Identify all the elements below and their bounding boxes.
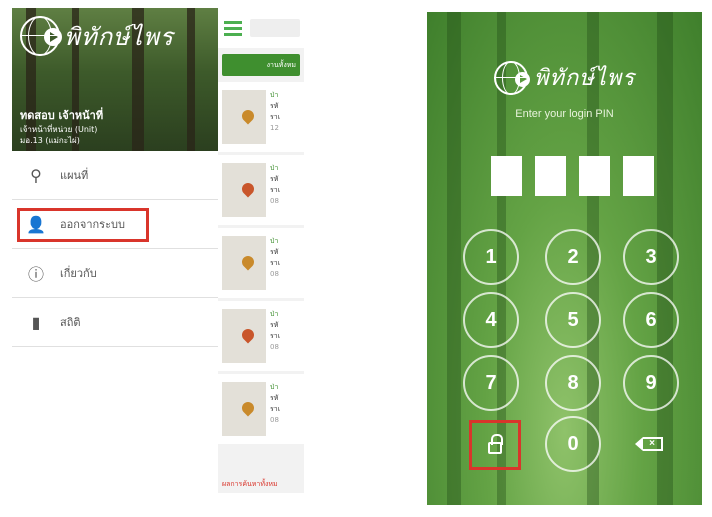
map-thumbnail bbox=[222, 90, 266, 144]
user-name: ทดสอบ เจ้าหน้าที่ bbox=[20, 109, 104, 122]
highlight-box bbox=[469, 420, 521, 470]
menu-item-label: สถิติ bbox=[60, 316, 81, 329]
app-logo: พิทักษ์ไพร bbox=[20, 16, 174, 56]
numeric-keypad: 1 2 3 4 5 6 7 8 9 0 × bbox=[427, 12, 702, 505]
user-unit: เจ้าหน้าที่หน่วย (Unit) bbox=[20, 125, 98, 134]
menu-item-about[interactable]: ⓘ เกี่ยวกับ bbox=[12, 249, 218, 298]
task-list: ป่า รหั ราเ 12 ป่า รหั ราเ 08 ป่า รหั ราเ 08 ป่าร… bbox=[218, 82, 304, 444]
list-item[interactable]: ป่า รหั ราเ 12 bbox=[218, 82, 304, 152]
info-icon: ⓘ bbox=[27, 265, 44, 284]
list-item[interactable]: ป่า รหั ราเ 08 bbox=[218, 228, 304, 298]
logo-text: พิทักษ์ไพร bbox=[64, 22, 174, 51]
globe-play-icon bbox=[20, 16, 62, 56]
map-marker-icon bbox=[239, 399, 257, 417]
map-thumbnail bbox=[222, 382, 266, 436]
hamburger-menu-icon[interactable] bbox=[224, 18, 242, 39]
menu-item-label: เกี่ยวกับ bbox=[60, 267, 97, 280]
filter-button[interactable]: งานทั้งหม bbox=[222, 54, 300, 76]
map-marker-icon bbox=[239, 253, 257, 271]
menu-item-stats[interactable]: ▮ สถิติ bbox=[12, 298, 218, 347]
map-marker-icon bbox=[239, 180, 257, 198]
map-thumbnail bbox=[222, 309, 266, 363]
menu-item-label: แผนที่ bbox=[60, 169, 89, 182]
menu-item-logout[interactable]: 👤 ออกจากระบบ bbox=[12, 200, 218, 249]
key-7[interactable]: 7 bbox=[463, 355, 519, 411]
user-station: มอ.13 (แม่กะไผ่) bbox=[20, 136, 80, 145]
menu-item-map[interactable]: ⚲ แผนที่ bbox=[12, 151, 218, 200]
highlight-box bbox=[17, 208, 149, 242]
map-pin-icon: ⚲ bbox=[30, 165, 42, 185]
right-screen: พิทักษ์ไพร Enter your login PIN 1 2 3 4 … bbox=[427, 12, 702, 505]
list-item[interactable]: ป่า รหั ราเ 08 bbox=[218, 374, 304, 444]
drawer-menu: ⚲ แผนที่ 👤 ออกจากระบบ ⓘ เกี่ยวกับ ▮ สถิต… bbox=[12, 151, 218, 347]
task-list-panel: งานทั้งหม ป่า รหั ราเ 12 ป่า รหั ราเ 08 ป่า รหั… bbox=[218, 8, 304, 493]
map-marker-icon bbox=[239, 326, 257, 344]
key-1[interactable]: 1 bbox=[463, 229, 519, 285]
search-input[interactable] bbox=[250, 19, 300, 37]
key-3[interactable]: 3 bbox=[623, 229, 679, 285]
drawer-header: พิทักษ์ไพร ทดสอบ เจ้าหน้าที่ เจ้าหน้าที่… bbox=[12, 8, 218, 151]
key-6[interactable]: 6 bbox=[623, 292, 679, 348]
map-marker-icon bbox=[239, 107, 257, 125]
backspace-button[interactable]: × bbox=[625, 416, 681, 472]
key-5[interactable]: 5 bbox=[545, 292, 601, 348]
left-screen: พิทักษ์ไพร ทดสอบ เจ้าหน้าที่ เจ้าหน้าที่… bbox=[12, 8, 304, 493]
list-toolbar bbox=[218, 8, 304, 48]
bar-chart-icon: ▮ bbox=[31, 312, 41, 332]
map-thumbnail bbox=[222, 236, 266, 290]
key-9[interactable]: 9 bbox=[623, 355, 679, 411]
key-2[interactable]: 2 bbox=[545, 229, 601, 285]
navigation-drawer: พิทักษ์ไพร ทดสอบ เจ้าหน้าที่ เจ้าหน้าที่… bbox=[12, 8, 218, 493]
list-item[interactable]: ป่า รหั ราเ 08 bbox=[218, 301, 304, 371]
key-4[interactable]: 4 bbox=[463, 292, 519, 348]
key-0[interactable]: 0 bbox=[545, 416, 601, 472]
user-info: ทดสอบ เจ้าหน้าที่ เจ้าหน้าที่หน่วย (Unit… bbox=[20, 106, 103, 146]
key-8[interactable]: 8 bbox=[545, 355, 601, 411]
results-footer: ผลการค้นหาทั้งหม bbox=[222, 479, 278, 488]
list-item[interactable]: ป่า รหั ราเ 08 bbox=[218, 155, 304, 225]
backspace-icon: × bbox=[635, 437, 663, 451]
map-thumbnail bbox=[222, 163, 266, 217]
